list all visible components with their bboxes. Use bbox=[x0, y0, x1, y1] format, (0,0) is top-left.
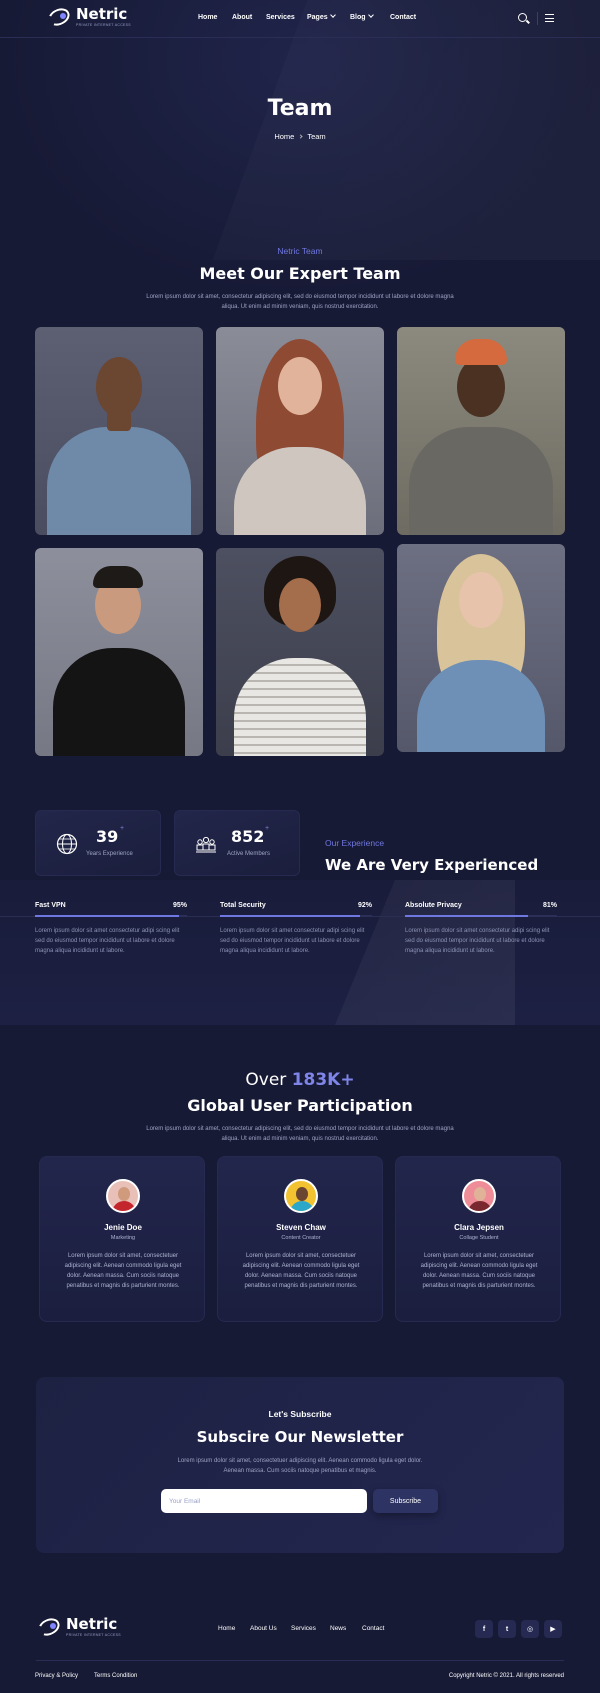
footer-brand-tagline: PRIVATE INTERNET ACCESS bbox=[66, 1633, 121, 1637]
logo-globe-icon bbox=[45, 5, 73, 29]
stat-members-suffix: + bbox=[265, 825, 270, 832]
footer-logo[interactable]: Netric PRIVATE INTERNET ACCESS bbox=[35, 1615, 121, 1639]
twitter-icon[interactable]: t bbox=[498, 1620, 516, 1638]
participation-description: Lorem ipsum dolor sit amet, consectetur … bbox=[146, 1126, 454, 1142]
privacy-link[interactable]: Privacy & Policy bbox=[35, 1673, 78, 1679]
newsletter-eyebrow: Let's Subscribe bbox=[268, 1409, 332, 1419]
avatar bbox=[462, 1179, 496, 1213]
participation-title: Global User Participation bbox=[187, 1096, 413, 1115]
nav-item-blog[interactable]: Blog bbox=[350, 12, 374, 21]
stat-card-years: 39 + Years Experience bbox=[35, 810, 161, 876]
footer-brand-name: Netric bbox=[66, 1615, 118, 1633]
team-photo[interactable] bbox=[397, 544, 565, 752]
user-card: Jenie Doe Marketing Lorem ipsum dolor si… bbox=[39, 1156, 205, 1322]
logo-globe-icon bbox=[35, 1615, 63, 1639]
brand-logo[interactable]: Netric PRIVATE INTERNET ACCESS bbox=[45, 5, 131, 29]
stat-years-suffix: + bbox=[120, 825, 125, 832]
footer-divider bbox=[36, 1660, 564, 1661]
team-photo[interactable] bbox=[216, 327, 384, 535]
header-divider bbox=[537, 12, 538, 25]
chevron-right-icon bbox=[298, 134, 303, 139]
globe-icon bbox=[56, 833, 78, 855]
copyright: Copyright Netric © 2021. All rights rese… bbox=[448, 1673, 564, 1679]
brand-name: Netric bbox=[76, 5, 128, 23]
terms-link[interactable]: Terms Condition bbox=[94, 1673, 137, 1679]
nav-item-about[interactable]: About bbox=[232, 14, 252, 21]
stat-members-label: Active Members bbox=[227, 851, 271, 857]
avatar bbox=[284, 1179, 318, 1213]
skill-progress bbox=[405, 915, 529, 917]
instagram-icon[interactable]: ◎ bbox=[521, 1620, 539, 1638]
breadcrumb-home[interactable]: Home bbox=[274, 132, 294, 141]
subscribe-button[interactable]: Subscribe bbox=[373, 1489, 438, 1513]
newsletter-title: Subscire Our Newsletter bbox=[196, 1428, 404, 1446]
facebook-icon[interactable]: f bbox=[475, 1620, 493, 1638]
team-photo[interactable] bbox=[35, 327, 203, 535]
nav-item-services[interactable]: Services bbox=[266, 14, 295, 21]
menu-icon[interactable] bbox=[545, 14, 554, 22]
footer-link-contact[interactable]: Contact bbox=[362, 1625, 384, 1632]
members-icon bbox=[196, 836, 216, 853]
nav-item-home[interactable]: Home bbox=[198, 14, 217, 21]
page-title: Team bbox=[267, 96, 333, 121]
stat-card-members: 852 + Active Members bbox=[174, 810, 300, 876]
newsletter-description: Lorem ipsum dolor sit amet, consectetuer… bbox=[177, 1458, 423, 1474]
team-title: Meet Our Expert Team bbox=[199, 264, 401, 283]
participation-headline: Over 183K+ bbox=[245, 1070, 355, 1090]
team-description: Lorem ipsum dolor sit amet, consectetur … bbox=[146, 294, 454, 310]
experience-eyebrow: Our Experience bbox=[325, 838, 385, 848]
brand-tagline: PRIVATE INTERNET ACCESS bbox=[76, 23, 131, 27]
avatar bbox=[106, 1179, 140, 1213]
skill-progress bbox=[220, 915, 360, 917]
nav-item-contact[interactable]: Contact bbox=[390, 14, 416, 21]
team-eyebrow: Netric Team bbox=[277, 246, 323, 256]
user-card: Clara Jepsen Collage Student Lorem ipsum… bbox=[395, 1156, 561, 1322]
breadcrumb-current: Team bbox=[307, 132, 326, 141]
breadcrumb: Home Team bbox=[0, 132, 600, 141]
team-photo[interactable] bbox=[35, 548, 203, 756]
chevron-down-icon bbox=[367, 12, 374, 18]
nav-item-pages[interactable]: Pages bbox=[307, 12, 336, 21]
site-header: Netric PRIVATE INTERNET ACCESS Home Abou… bbox=[0, 0, 600, 38]
chevron-down-icon bbox=[329, 12, 336, 18]
footer-link-about[interactable]: About Us bbox=[250, 1625, 277, 1632]
youtube-icon[interactable]: ▶ bbox=[544, 1620, 562, 1638]
experience-title: We Are Very Experienced bbox=[325, 856, 539, 874]
skill-progress bbox=[35, 915, 180, 917]
user-card: Steven Chaw Content Creator Lorem ipsum … bbox=[217, 1156, 383, 1322]
footer-link-home[interactable]: Home bbox=[218, 1625, 235, 1632]
stat-members-value: 852 bbox=[231, 827, 265, 846]
email-field[interactable] bbox=[161, 1489, 367, 1513]
search-icon[interactable] bbox=[518, 13, 527, 22]
stat-years-label: Years Experience bbox=[86, 851, 133, 857]
participation-count: 183K+ bbox=[291, 1070, 355, 1090]
team-photo[interactable] bbox=[216, 548, 384, 756]
stat-years-value: 39 bbox=[96, 827, 119, 846]
team-photo[interactable] bbox=[397, 327, 565, 535]
footer-link-news[interactable]: News bbox=[330, 1625, 346, 1632]
footer-link-services[interactable]: Services bbox=[291, 1625, 316, 1632]
